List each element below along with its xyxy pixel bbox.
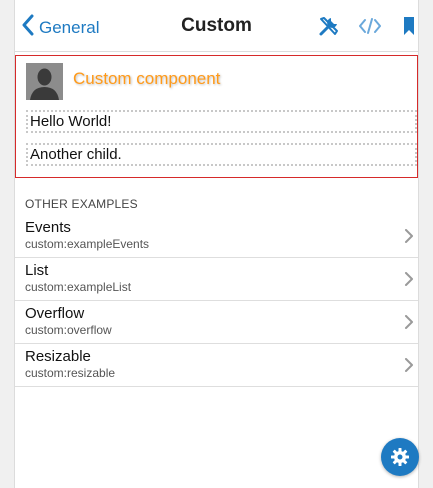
back-button[interactable]: General — [21, 14, 99, 41]
child-label: Another child. — [26, 143, 417, 166]
list-item-title: Events — [25, 219, 71, 236]
list-item-resizable[interactable]: Resizable custom:resizable — [15, 344, 418, 387]
avatar — [26, 63, 63, 100]
gear-icon — [391, 448, 409, 466]
section-header: OTHER EXAMPLES — [25, 197, 138, 211]
chevron-right-icon — [405, 229, 413, 243]
list-item-title: Overflow — [25, 305, 85, 322]
examples-list: Events custom:exampleEvents List custom:… — [15, 215, 418, 387]
list-item-list[interactable]: List custom:exampleList — [15, 258, 418, 301]
child-label: Hello World! — [26, 110, 417, 133]
custom-component-title: Custom component — [73, 69, 221, 88]
back-label: General — [39, 17, 100, 37]
chevron-right-icon — [405, 272, 413, 286]
list-item-subtitle: custom:resizable — [25, 366, 116, 380]
custom-component: Custom component Hello World! Another ch… — [15, 55, 418, 178]
chevron-left-icon — [21, 14, 35, 41]
tools-icon[interactable] — [317, 14, 341, 38]
list-item-subtitle: custom:overflow — [25, 323, 112, 337]
list-item-overflow[interactable]: Overflow custom:overflow — [15, 301, 418, 344]
list-item-title: Resizable — [25, 348, 91, 365]
chevron-right-icon — [405, 315, 413, 329]
app-screen: General Custom Custom component Hello Wo… — [14, 0, 419, 488]
chevron-right-icon — [405, 358, 413, 372]
navigation-bar: General Custom — [15, 0, 418, 52]
list-item-subtitle: custom:exampleEvents — [25, 237, 150, 251]
list-item-subtitle: custom:exampleList — [25, 280, 132, 294]
list-item-events[interactable]: Events custom:exampleEvents — [15, 215, 418, 258]
code-icon[interactable] — [358, 14, 382, 38]
settings-fab-button[interactable] — [381, 438, 419, 476]
bookmark-icon[interactable] — [397, 14, 421, 38]
list-item-title: List — [25, 262, 49, 279]
